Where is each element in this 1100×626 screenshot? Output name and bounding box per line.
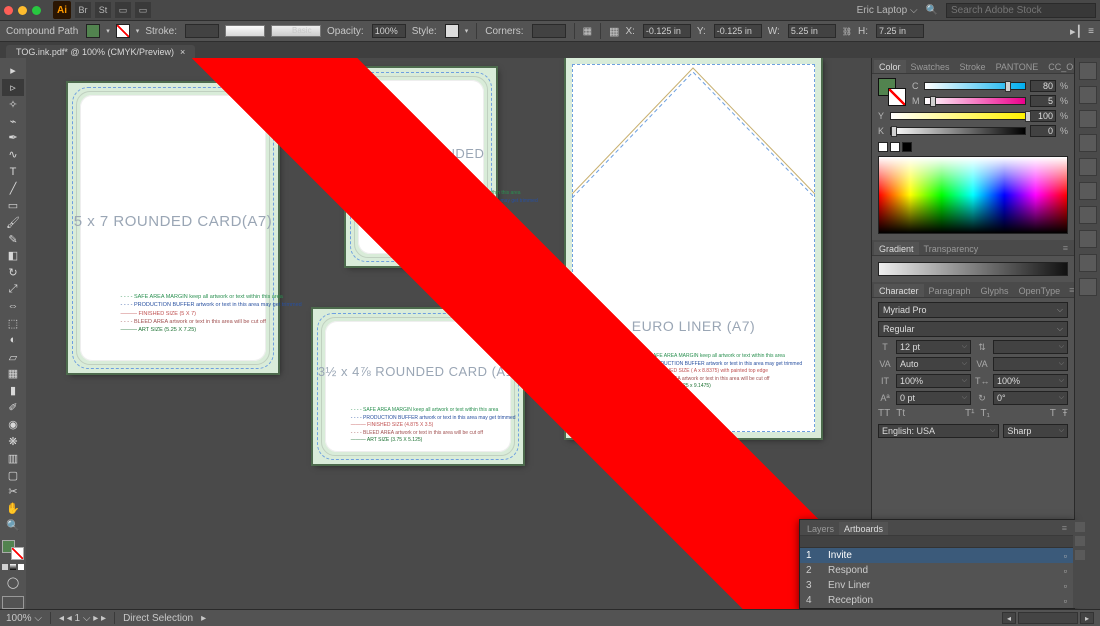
stock-icon[interactable]: St <box>95 2 111 18</box>
user-name: Eric Laptop <box>857 5 908 16</box>
tab-artboards[interactable]: Artboards <box>839 522 888 535</box>
tab-layers[interactable]: Layers <box>802 522 839 535</box>
search-input[interactable] <box>946 3 1096 18</box>
artboard-name: Env Liner <box>828 580 1054 591</box>
document-tab-label: TOG.ink.pdf* @ 100% (CMYK/Preview) <box>16 47 174 57</box>
h-input[interactable] <box>876 24 924 38</box>
style-label: Style: <box>412 26 437 37</box>
stroke-swatch[interactable] <box>116 24 130 38</box>
scroll-nav[interactable]: ◂▸ <box>1002 612 1094 624</box>
panel-icon[interactable] <box>1079 110 1097 128</box>
w-input[interactable] <box>788 24 836 38</box>
corners-label: Corners: <box>485 26 523 37</box>
window-controls[interactable] <box>4 6 41 15</box>
panel-menu-icon[interactable]: ≡ <box>1088 26 1094 37</box>
status-menu-icon[interactable]: ▸ <box>201 613 206 624</box>
link-wh-icon[interactable]: ⛓ <box>842 27 852 36</box>
sub-icon[interactable] <box>1075 522 1085 532</box>
panel-toggle-icon[interactable]: ▸┃ <box>1070 25 1082 38</box>
sub-icon[interactable] <box>1075 536 1085 546</box>
stroke-weight[interactable] <box>185 24 219 38</box>
panel-icon[interactable] <box>1079 86 1097 104</box>
sub-icon[interactable] <box>1075 550 1085 560</box>
x-input[interactable] <box>643 24 691 38</box>
panel-icon[interactable] <box>1079 182 1097 200</box>
document-tab-bar: TOG.ink.pdf* @ 100% (CMYK/Preview) × <box>0 42 1100 58</box>
app-menubar: Ai Br St ▭ ▭ Eric Laptop ⌵ 🔍 <box>0 0 1100 20</box>
color-panel: C% M% Y% K% <box>872 74 1074 240</box>
align-icon[interactable]: ▦ <box>583 26 592 37</box>
artboard-options-icon[interactable]: ▫ <box>1064 566 1067 576</box>
close-icon[interactable]: × <box>180 47 185 57</box>
artboard-options-icon[interactable]: ▫ <box>1064 596 1067 606</box>
color-shortcuts[interactable] <box>878 138 1068 152</box>
transform-ref-icon[interactable]: ▦ <box>609 25 619 38</box>
panel-icon[interactable] <box>1079 230 1097 248</box>
zoom-display[interactable]: 100% ⌵ <box>6 613 42 624</box>
arrange-icon[interactable]: ▭ <box>115 2 131 18</box>
user-menu[interactable]: Eric Laptop ⌵ <box>857 5 918 16</box>
y-input[interactable] <box>714 24 762 38</box>
panel-icon[interactable] <box>1079 206 1097 224</box>
artboard-name: Reception <box>828 595 1054 606</box>
arrange2-icon[interactable]: ▭ <box>135 2 151 18</box>
search-icon: 🔍 <box>926 5 938 16</box>
control-bar: Compound Path ▾ ▾ Stroke: Basic Opacity:… <box>0 20 1100 42</box>
fill-swatch[interactable] <box>86 24 100 38</box>
style-swatch[interactable] <box>445 24 459 38</box>
artboard-name: Respond <box>828 565 1054 576</box>
corners-input[interactable] <box>532 24 566 38</box>
artboard-options-icon[interactable]: ▫ <box>1064 551 1067 561</box>
artboard-options-icon[interactable]: ▫ <box>1064 581 1067 591</box>
panel-icon[interactable] <box>1079 134 1097 152</box>
panel-menu-icon[interactable]: ≡ <box>1058 521 1071 535</box>
stroke-profile[interactable] <box>225 25 265 37</box>
brush-def[interactable]: Basic <box>271 25 321 37</box>
artboard-row[interactable]: 1 Invite ▫ <box>800 548 1073 563</box>
stroke-label: Stroke: <box>145 26 177 37</box>
artboard-row[interactable]: 3 Env Liner ▫ <box>800 578 1073 593</box>
bridge-icon[interactable]: Br <box>75 2 91 18</box>
status-bar: 100% ⌵ ◂ ◂ 1 ⌵ ▸ ▸ Direct Selection ▸ ◂▸ <box>0 609 1100 626</box>
app-icon: Ai <box>53 1 71 19</box>
panel-icon[interactable] <box>1079 278 1097 296</box>
artboard-nav[interactable]: ◂ ◂ 1 ⌵ ▸ ▸ <box>59 613 106 624</box>
artboard-name: Invite <box>828 550 1054 561</box>
document-tab[interactable]: TOG.ink.pdf* @ 100% (CMYK/Preview) × <box>6 45 195 58</box>
opacity-label: Opacity: <box>327 26 364 37</box>
panel-icon[interactable] <box>1079 62 1097 80</box>
opacity-input[interactable] <box>372 24 406 38</box>
artboard-row[interactable]: 2 Respond ▫ <box>800 563 1073 578</box>
current-tool: Direct Selection <box>123 613 193 624</box>
selection-mode: Compound Path <box>6 26 78 37</box>
panel-icon[interactable] <box>1079 158 1097 176</box>
artboards-panel: Layers Artboards ≡ 1 Invite ▫ 2 Respond … <box>799 519 1074 609</box>
panel-icon[interactable] <box>1079 254 1097 272</box>
artboard-row[interactable]: 4 Reception ▫ <box>800 593 1073 608</box>
